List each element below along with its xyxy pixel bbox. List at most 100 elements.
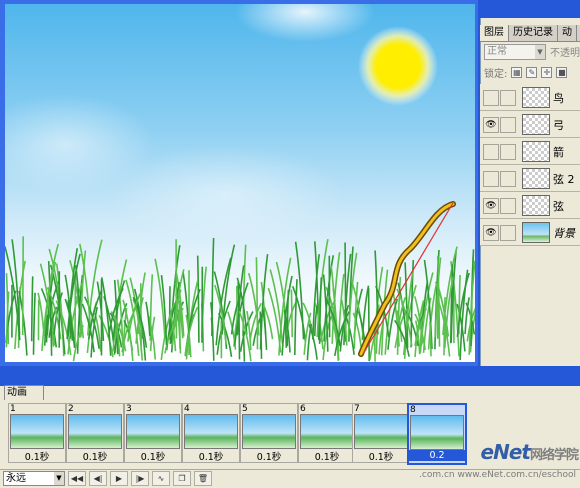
- layer-row[interactable]: 👁 弦: [480, 192, 580, 219]
- layer-link-toggle[interactable]: [500, 90, 516, 106]
- layer-row[interactable]: 弦 2: [480, 165, 580, 192]
- frame-number: 2: [68, 404, 74, 414]
- layer-row[interactable]: 👁 弓: [480, 111, 580, 138]
- frame-thumbnail: [354, 414, 408, 449]
- layer-thumbnail: [522, 114, 550, 135]
- loop-options-select[interactable]: 永远▼: [3, 471, 65, 486]
- layers-panel-tabs: 图层 历史记录 动: [480, 25, 580, 42]
- visibility-toggle[interactable]: [483, 90, 499, 106]
- frame-delay[interactable]: 0.1秒: [353, 449, 409, 463]
- first-frame-icon[interactable]: ◀◀: [68, 471, 86, 486]
- frame-delay[interactable]: 0.1秒: [299, 449, 355, 463]
- frame-thumbnail: [10, 414, 64, 449]
- lock-row: 锁定: ▦ ✎ ✛ ■: [484, 64, 580, 80]
- layer-link-toggle[interactable]: [500, 225, 516, 241]
- layer-thumbnail: [522, 87, 550, 108]
- grass-blade: [369, 288, 370, 361]
- tab-animation[interactable]: 动画: [4, 385, 44, 400]
- layer-row[interactable]: 鸟: [480, 84, 580, 111]
- frame-thumbnail: [410, 415, 464, 450]
- grass-blade: [243, 331, 244, 362]
- animation-frame[interactable]: 7 0.1秒: [352, 403, 410, 463]
- layer-row[interactable]: 箭: [480, 138, 580, 165]
- tween-icon[interactable]: ∿: [152, 471, 170, 486]
- opacity-label: 不透明: [550, 44, 580, 59]
- frame-number: 4: [184, 404, 190, 414]
- document-canvas-frame: [0, 0, 478, 366]
- watermark-url: .com.cn www.eNet.com.cn/eschool: [419, 470, 576, 480]
- lock-move-icon[interactable]: ✛: [541, 67, 552, 78]
- tab-layers[interactable]: 图层: [480, 25, 509, 41]
- animation-frame[interactable]: 4 0.1秒: [182, 403, 240, 463]
- animation-frame[interactable]: 2 0.1秒: [66, 403, 124, 463]
- frame-delay[interactable]: 0.1秒: [183, 449, 239, 463]
- frame-number: 5: [242, 404, 248, 414]
- layer-thumbnail: [522, 222, 550, 243]
- animation-frame[interactable]: 1 0.1秒: [8, 403, 66, 463]
- sun: [358, 26, 438, 106]
- grass-blade: [34, 293, 36, 355]
- layer-thumbnail: [522, 168, 550, 189]
- play-icon[interactable]: ▶: [110, 471, 128, 486]
- frame-thumbnail: [300, 414, 354, 449]
- layer-row[interactable]: 👁 背景: [480, 219, 580, 246]
- delete-frame-icon[interactable]: 🗑: [194, 471, 212, 486]
- grass-blade: [75, 271, 76, 347]
- prev-frame-icon[interactable]: ◀|: [89, 471, 107, 486]
- frame-delay[interactable]: 0.2: [409, 450, 465, 461]
- layer-name: 弓: [553, 117, 564, 133]
- frame-number: 7: [354, 404, 360, 414]
- frame-delay[interactable]: 0.1秒: [67, 449, 123, 463]
- layer-thumbnail: [522, 141, 550, 162]
- document-canvas[interactable]: [5, 4, 475, 362]
- watermark-logo: eNet网络学院: [481, 440, 578, 464]
- layer-link-toggle[interactable]: [500, 171, 516, 187]
- frame-number: 6: [300, 404, 306, 414]
- grass-blade: [430, 322, 431, 357]
- layer-name: 弦: [553, 198, 564, 214]
- canvas-artwork: [5, 4, 475, 362]
- animation-frame-selected[interactable]: 8 0.2: [407, 403, 467, 465]
- grass-blade: [268, 288, 280, 352]
- frame-number: 8: [410, 405, 416, 415]
- frame-delay[interactable]: 0.1秒: [125, 449, 181, 463]
- frame-number: 1: [10, 404, 16, 414]
- tab-actions[interactable]: 动: [558, 25, 577, 41]
- layer-link-toggle[interactable]: [500, 198, 516, 214]
- lock-label: 锁定:: [484, 65, 507, 80]
- visibility-toggle[interactable]: [483, 144, 499, 160]
- frame-delay[interactable]: 0.1秒: [241, 449, 297, 463]
- frame-delay[interactable]: 0.1秒: [9, 449, 65, 463]
- lock-brush-icon[interactable]: ✎: [526, 67, 537, 78]
- layer-name: 箭: [553, 144, 564, 160]
- animation-frame[interactable]: 6 0.1秒: [298, 403, 356, 463]
- frame-thumbnail: [126, 414, 180, 449]
- grass-blade: [256, 257, 257, 349]
- animation-frame[interactable]: 5 0.1秒: [240, 403, 298, 463]
- frame-number: 3: [126, 404, 132, 414]
- blend-row: 正常▼ 不透明: [484, 43, 580, 60]
- next-frame-icon[interactable]: |▶: [131, 471, 149, 486]
- layer-thumbnail: [522, 195, 550, 216]
- tab-history[interactable]: 历史记录: [509, 25, 558, 41]
- blend-mode-select[interactable]: 正常▼: [484, 44, 546, 60]
- layer-link-toggle[interactable]: [500, 144, 516, 160]
- watermark-domain: .com.cn: [419, 470, 455, 480]
- eye-icon[interactable]: 👁: [483, 198, 499, 214]
- layer-name: 背景: [553, 225, 575, 241]
- animation-frame[interactable]: 3 0.1秒: [124, 403, 182, 463]
- eye-icon[interactable]: 👁: [483, 225, 499, 241]
- grass-blade: [23, 236, 24, 335]
- eye-icon[interactable]: 👁: [483, 117, 499, 133]
- grass-blade: [198, 256, 199, 343]
- grass-blade: [315, 306, 317, 336]
- new-frame-icon[interactable]: ❐: [173, 471, 191, 486]
- layer-name: 弦 2: [553, 171, 575, 187]
- frame-thumbnail: [242, 414, 296, 449]
- visibility-toggle[interactable]: [483, 171, 499, 187]
- frame-thumbnail: [184, 414, 238, 449]
- lock-all-icon[interactable]: ■: [556, 67, 567, 78]
- lock-transparency-icon[interactable]: ▦: [511, 67, 522, 78]
- grass-blade: [32, 276, 33, 341]
- layer-link-toggle[interactable]: [500, 117, 516, 133]
